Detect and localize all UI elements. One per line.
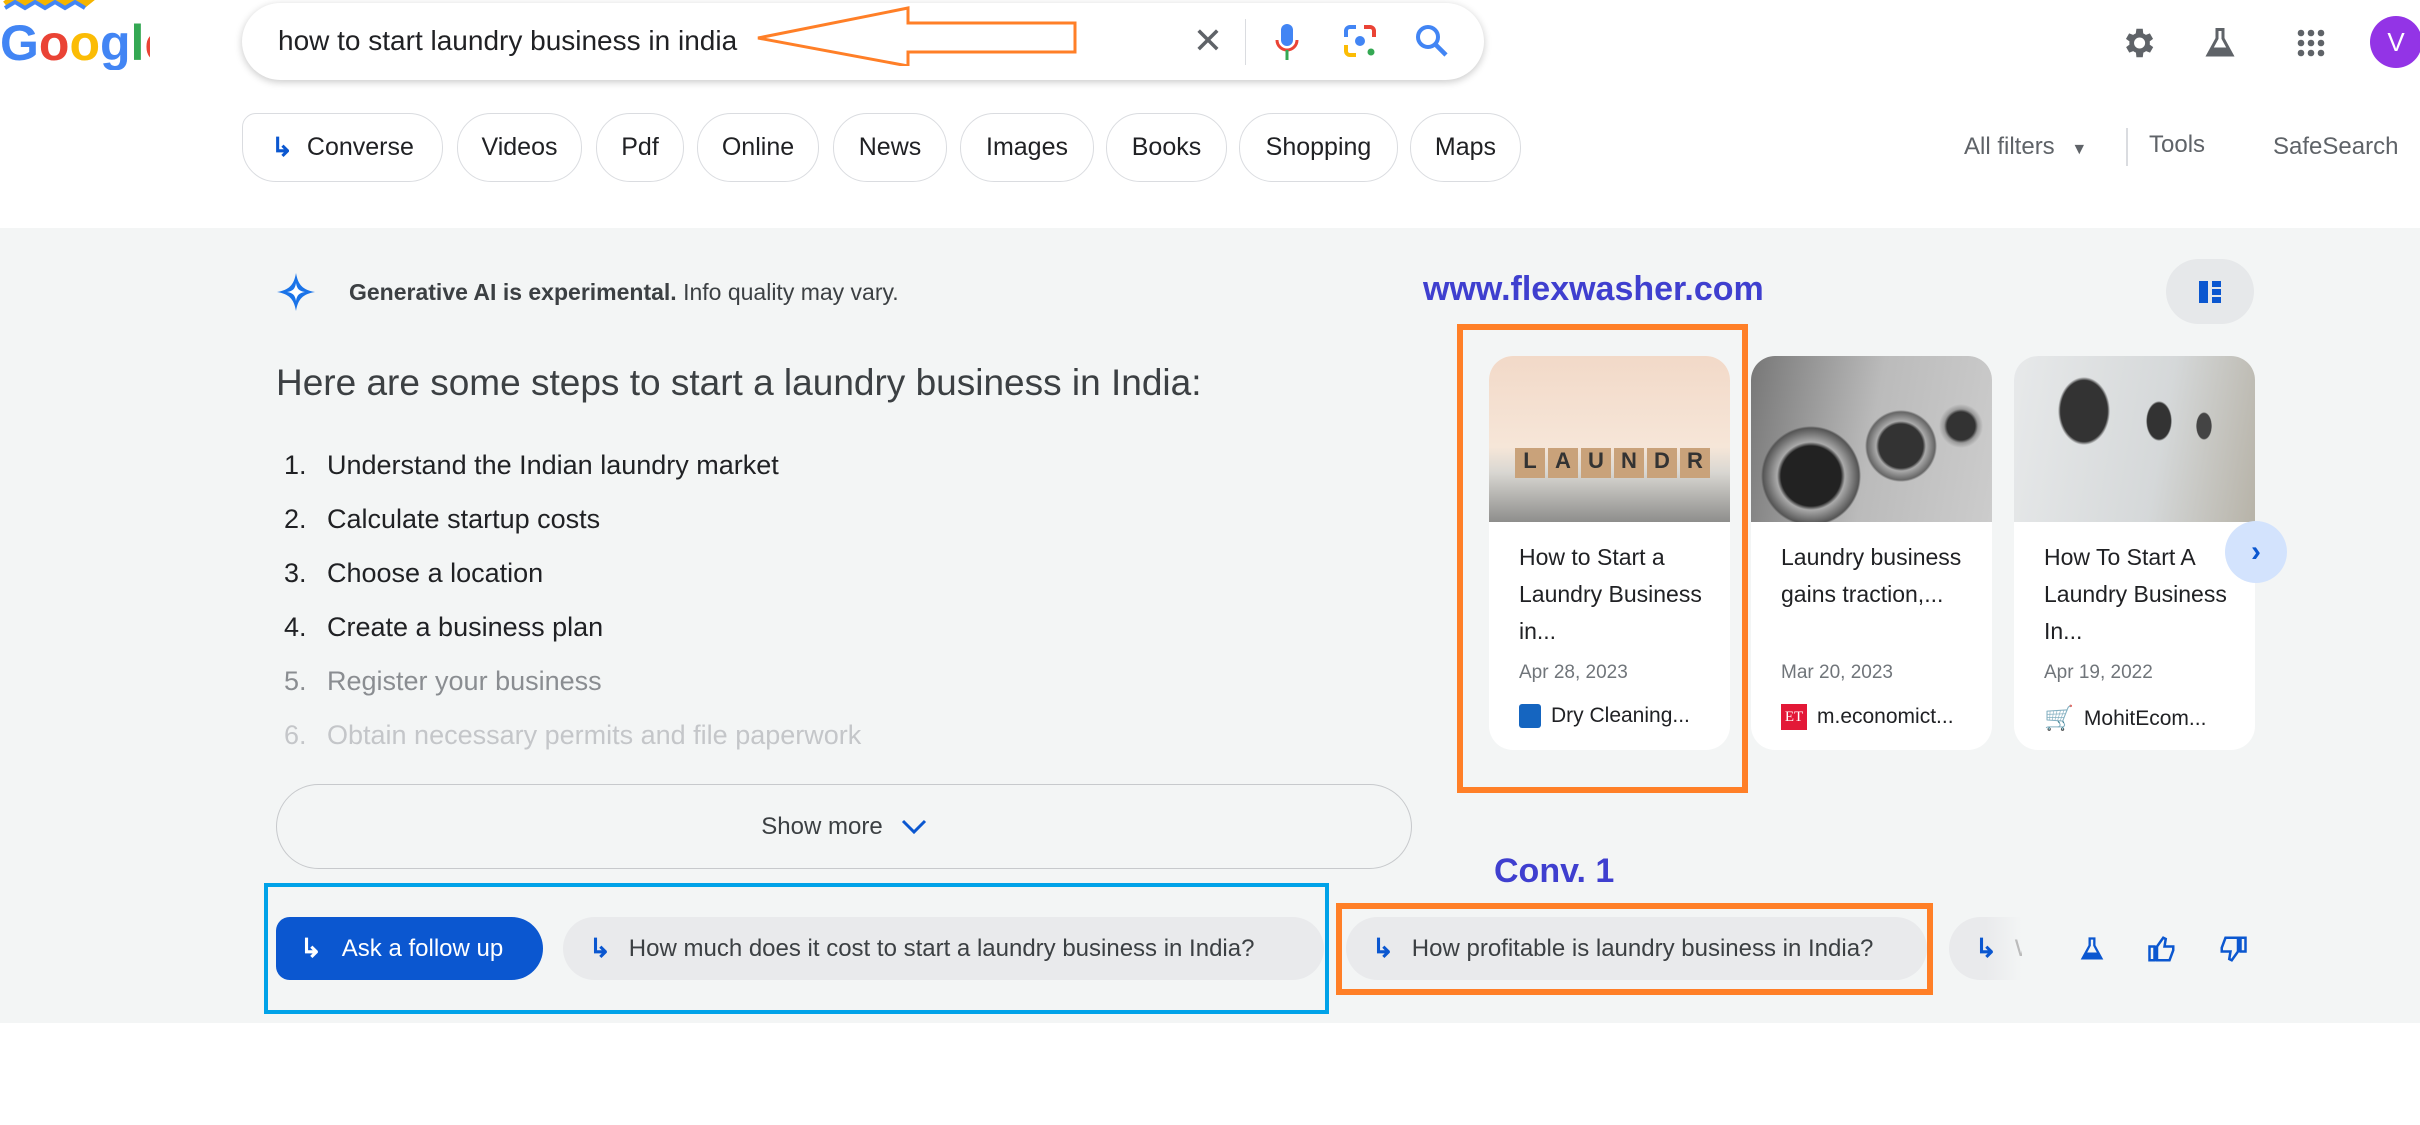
lens-icon[interactable] <box>1340 21 1380 61</box>
google-logo[interactable]: Google <box>0 0 172 71</box>
annotation-site-label: www.flexwasher.com <box>1423 270 1764 308</box>
search-input[interactable]: how to start laundry business in india <box>278 25 737 57</box>
svg-text:Google: Google <box>0 15 150 70</box>
divider <box>2126 128 2128 166</box>
list-layout-icon <box>2199 280 2221 303</box>
close-icon[interactable]: ✕ <box>1188 20 1228 61</box>
card-date: Mar 20, 2023 <box>1781 662 1893 683</box>
step-item-faded: 6. Obtain necessary permits and file pape… <box>284 720 862 750</box>
chevron-down-icon <box>901 819 926 834</box>
chip-pdf[interactable]: Pdf <box>596 113 684 182</box>
card-date: Apr 19, 2022 <box>2044 662 2153 683</box>
card-source: m.economict... <box>1817 705 1954 728</box>
chip-maps[interactable]: Maps <box>1410 113 1521 182</box>
card-source: MohitEcom... <box>2083 706 2207 730</box>
notice-bold: Generative AI is experimental. <box>349 279 677 305</box>
source-card[interactable]: How To Start A Laundry Business In... Ap… <box>2014 356 2255 750</box>
mic-icon[interactable] <box>1272 21 1302 63</box>
step-item: 4. Create a business plan <box>284 612 604 642</box>
chevron-right-icon: › <box>2251 535 2261 568</box>
gear-icon[interactable] <box>2117 22 2159 64</box>
caret-down-icon: ▼ <box>2071 141 2088 158</box>
avatar[interactable]: V <box>2370 16 2420 68</box>
thumbs-up-icon[interactable] <box>2144 930 2180 968</box>
annotation-conv-label: Conv. 1 <box>1494 852 1615 890</box>
labs-flask-icon[interactable] <box>2199 22 2241 64</box>
chip-books[interactable]: Books <box>1106 113 1227 182</box>
chip-videos[interactable]: Videos <box>457 113 582 182</box>
gemini-sparkle-icon <box>274 270 318 314</box>
annotation-box-conv <box>1336 903 1933 995</box>
chip-news[interactable]: News <box>833 113 947 182</box>
tools-button[interactable]: Tools <box>2149 131 2205 159</box>
annotation-box-card <box>1457 324 1748 793</box>
cart-favicon-icon: 🛒 <box>2044 705 2074 732</box>
card-title: Laundry business gains traction,... <box>1781 544 1962 607</box>
chip-label: Converse <box>306 133 414 161</box>
notice-rest: Info quality may vary. <box>676 279 899 305</box>
chip-converse[interactable]: ↳ Converse <box>242 113 443 182</box>
follow-arrow-icon: ↳ <box>1975 933 1997 963</box>
card-thumbnail <box>1751 356 1992 522</box>
follow-arrow-icon: ↳ <box>271 132 293 162</box>
show-more-button[interactable]: Show more <box>276 784 1412 869</box>
all-filters-button[interactable]: All filters ▼ <box>1964 133 2087 161</box>
divider <box>1245 19 1246 65</box>
labs-flask-icon[interactable] <box>2074 930 2110 968</box>
carousel-next-button[interactable]: › <box>2225 521 2287 583</box>
thumbs-down-icon[interactable] <box>2215 930 2251 968</box>
followup-chip-partial[interactable]: ↳W <box>1949 917 2022 980</box>
layout-toggle-button[interactable] <box>2166 259 2254 324</box>
safesearch-button[interactable]: SafeSearch <box>2273 133 2398 161</box>
chip-online[interactable]: Online <box>697 113 819 182</box>
show-more-label: Show more <box>761 812 883 840</box>
step-item: 2. Calculate startup costs <box>284 504 601 534</box>
chip-images[interactable]: Images <box>960 113 1094 182</box>
all-filters-label: All filters <box>1964 133 2055 160</box>
search-icon[interactable] <box>1412 21 1452 61</box>
chip-shopping[interactable]: Shopping <box>1239 113 1398 182</box>
ai-heading: Here are some steps to start a laundry b… <box>276 362 1202 403</box>
step-item: 5. Register your business <box>284 666 602 696</box>
ai-experimental-notice: Generative AI is experimental. Info qual… <box>349 279 899 306</box>
apps-grid-icon[interactable] <box>2290 22 2332 64</box>
step-item: 3. Choose a location <box>284 558 544 588</box>
annotation-box-followups <box>264 883 1329 1014</box>
annotation-arrow <box>757 6 1077 66</box>
card-title: How To Start A Laundry Business In... <box>2044 544 2227 644</box>
source-card[interactable]: Laundry business gains traction,... Mar … <box>1751 356 1992 750</box>
et-favicon-icon: ET <box>1781 704 1807 730</box>
card-thumbnail <box>2014 356 2255 522</box>
step-item: 1. Understand the Indian laundry market <box>284 450 779 480</box>
